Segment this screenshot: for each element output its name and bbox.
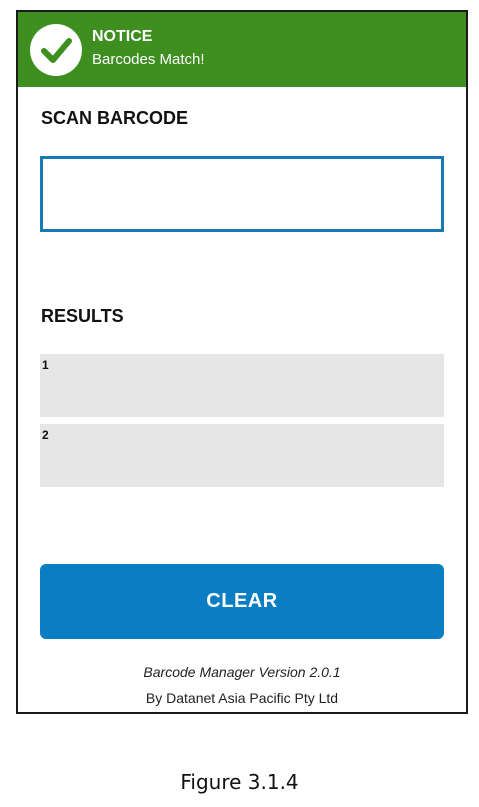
result-slot-2: 2 <box>40 424 444 487</box>
app-screen: NOTICE Barcodes Match! SCAN BARCODE RESU… <box>16 10 468 714</box>
results-label: RESULTS <box>41 306 124 326</box>
scan-barcode-input[interactable] <box>40 156 444 232</box>
figure-caption: Figure 3.1.4 <box>180 770 299 794</box>
notice-message: Barcodes Match! <box>92 51 205 68</box>
company-text: By Datanet Asia Pacific Pty Ltd <box>145 690 339 706</box>
clear-button[interactable]: CLEAR <box>40 564 444 639</box>
result-slot-1: 1 <box>40 354 444 417</box>
check-circle-icon <box>30 24 82 76</box>
result-number: 1 <box>42 358 49 372</box>
result-number: 2 <box>42 428 49 442</box>
notice-banner: NOTICE Barcodes Match! <box>18 12 466 87</box>
scan-barcode-label: SCAN BARCODE <box>41 108 189 128</box>
version-text: Barcode Manager Version 2.0.1 <box>143 664 341 680</box>
notice-title: NOTICE <box>92 28 153 45</box>
